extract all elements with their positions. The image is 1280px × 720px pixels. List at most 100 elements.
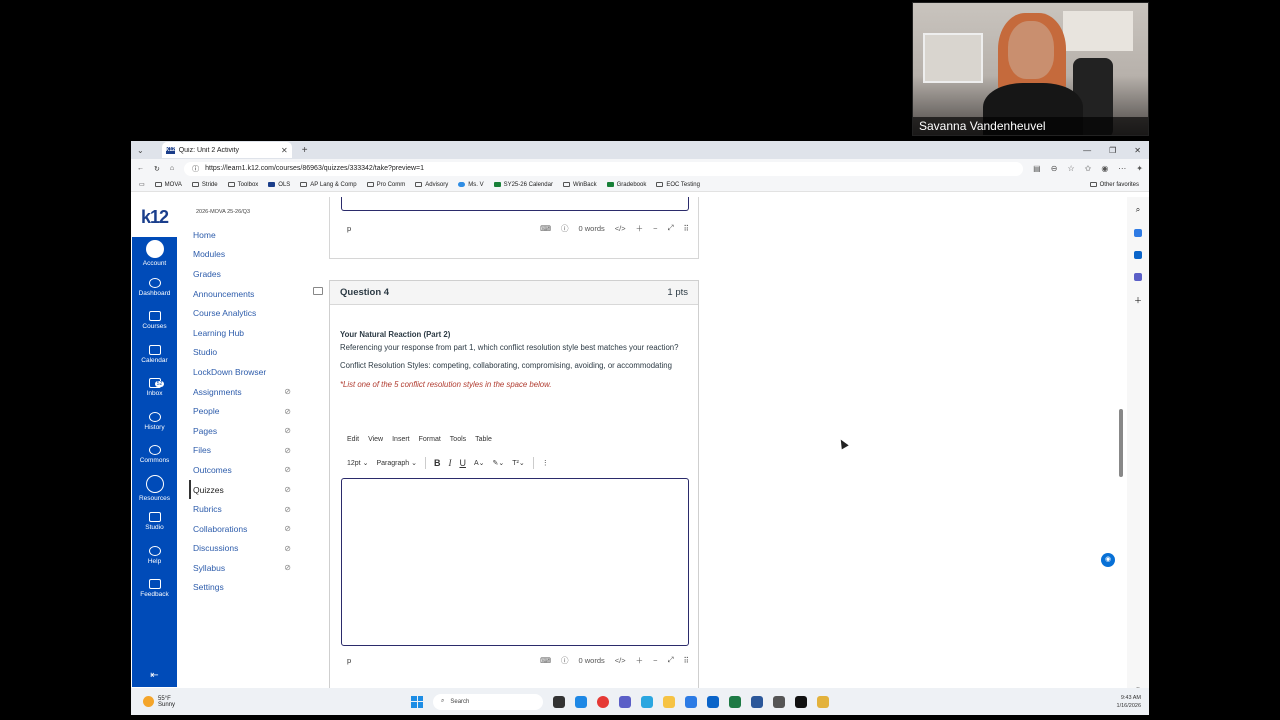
other-favorites[interactable]: Other favorites: [1089, 182, 1149, 188]
reload-icon[interactable]: ↻: [154, 165, 160, 173]
bookmark-item[interactable]: Pro Comm: [366, 182, 405, 188]
excel-icon[interactable]: [729, 695, 741, 708]
course-nav-home[interactable]: Home: [191, 225, 291, 245]
html-editor-icon[interactable]: </>: [615, 224, 626, 233]
capcut-icon[interactable]: [795, 695, 807, 708]
bookmarks-folder-icon[interactable]: ▭: [139, 181, 145, 188]
assistant-bubble-icon[interactable]: ◉: [1101, 553, 1115, 567]
keyboard-icon[interactable]: ⌨: [540, 656, 551, 665]
course-nav-announcements[interactable]: Announcements: [191, 284, 291, 304]
bookmark-item[interactable]: Toolbox: [227, 182, 258, 188]
taskbar-search[interactable]: ⌕ Search: [433, 693, 543, 710]
system-clock[interactable]: 9:43 AM 1/16/2026: [1117, 694, 1141, 710]
copilot-icon[interactable]: ✦: [1136, 164, 1143, 173]
global-nav-help[interactable]: Help: [132, 539, 177, 573]
outlook-icon[interactable]: [1134, 251, 1142, 259]
font-size-select[interactable]: 12pt ⌄: [347, 459, 368, 467]
global-nav-resources[interactable]: Resources: [132, 472, 177, 506]
global-nav-dashboard[interactable]: Dashboard: [132, 271, 177, 305]
k12-logo[interactable]: k12: [132, 197, 177, 237]
global-nav-studio[interactable]: Studio: [132, 505, 177, 539]
global-nav-feedback[interactable]: Feedback: [132, 572, 177, 606]
restore-icon[interactable]: ❐: [1109, 146, 1116, 155]
page-scrollbar[interactable]: [1119, 197, 1125, 687]
more-menu-icon[interactable]: ⋯: [1118, 164, 1126, 173]
more-tools-icon[interactable]: ⋮: [542, 459, 549, 467]
bookmark-item[interactable]: Advisory: [415, 182, 448, 188]
back-icon[interactable]: ←: [137, 165, 144, 172]
underline-icon[interactable]: U: [459, 458, 466, 468]
course-nav-discussions[interactable]: Discussions ⊘: [191, 539, 291, 559]
global-nav-account[interactable]: Account: [132, 237, 177, 271]
teams-icon[interactable]: [1134, 273, 1142, 281]
edge-browser-icon[interactable]: [575, 695, 587, 708]
block-format-select[interactable]: Paragraph ⌄: [376, 459, 417, 467]
italic-icon[interactable]: I: [448, 458, 451, 468]
browser-tab-quiz[interactable]: K12 Quiz: Unit 2 Activity ✕: [161, 142, 292, 158]
notes-icon[interactable]: [817, 695, 829, 708]
accessibility-checker-icon[interactable]: ⓘ: [561, 223, 569, 234]
global-nav-courses[interactable]: Courses: [132, 304, 177, 338]
course-nav-grades[interactable]: Grades: [191, 264, 291, 284]
minimize-icon[interactable]: —: [1083, 146, 1091, 155]
answer-editor[interactable]: [341, 478, 689, 646]
close-tab-icon[interactable]: ✕: [281, 146, 288, 155]
course-nav-quizzes[interactable]: Quizzes ⊘: [189, 479, 291, 500]
collapse-nav-icon[interactable]: ⇤: [132, 670, 177, 681]
copilot-sidebar-icon[interactable]: [1134, 229, 1142, 237]
tab-actions-chevron-icon[interactable]: ⌄: [137, 146, 144, 155]
bookmark-item[interactable]: Gradebook: [606, 182, 646, 188]
profile-avatar-icon[interactable]: ◉: [1101, 164, 1108, 173]
zoom-out-icon[interactable]: −: [653, 224, 657, 233]
chrome-icon[interactable]: [597, 695, 609, 708]
bookmark-item[interactable]: Stride: [191, 182, 218, 188]
html-editor-icon[interactable]: </>: [615, 656, 626, 665]
home-icon[interactable]: ⌂: [170, 165, 174, 172]
course-nav-modules[interactable]: Modules: [191, 245, 291, 265]
global-nav-commons[interactable]: Commons: [132, 438, 177, 472]
course-nav-course-analytics[interactable]: Course Analytics: [191, 303, 291, 323]
global-nav-inbox[interactable]: 52 Inbox: [132, 371, 177, 405]
course-nav-rubrics[interactable]: Rubrics ⊘: [191, 499, 291, 519]
add-sidebar-app-icon[interactable]: ＋: [1134, 295, 1142, 306]
fullscreen-icon[interactable]: ⤢: [668, 655, 674, 665]
course-nav-assignments[interactable]: Assignments ⊘: [191, 382, 291, 402]
close-window-icon[interactable]: ✕: [1134, 146, 1141, 155]
bookmark-item[interactable]: AP Lang & Comp: [300, 182, 357, 188]
word-count[interactable]: 0 words: [579, 224, 605, 233]
new-tab-button[interactable]: +: [302, 145, 308, 156]
zoom-in-icon[interactable]: ＋: [636, 655, 644, 666]
course-nav-studio[interactable]: Studio: [191, 343, 291, 363]
bookmark-item[interactable]: Ms. V: [458, 182, 484, 188]
bookmark-item[interactable]: MOVA: [154, 182, 182, 188]
windows-start-icon[interactable]: [411, 695, 423, 708]
menu-format[interactable]: Format: [419, 436, 441, 443]
search-icon[interactable]: ⌕: [1136, 205, 1140, 215]
bookmark-item[interactable]: WinBack: [562, 182, 597, 188]
accessibility-checker-icon[interactable]: ⓘ: [561, 655, 569, 666]
outlook-icon[interactable]: [707, 695, 719, 708]
global-nav-history[interactable]: History: [132, 405, 177, 439]
global-nav-calendar[interactable]: Calendar: [132, 338, 177, 372]
previous-editor-textarea[interactable]: [341, 197, 689, 211]
weather-widget[interactable]: 55°F Sunny: [143, 696, 175, 708]
element-path[interactable]: p: [347, 224, 351, 233]
calculator-icon[interactable]: [773, 695, 785, 708]
favorite-star-icon[interactable]: ☆: [1067, 164, 1074, 173]
tracking-icon[interactable]: ⊖: [1051, 164, 1058, 173]
bold-icon[interactable]: B: [434, 458, 441, 468]
menu-tools[interactable]: Tools: [450, 436, 466, 443]
text-color-icon[interactable]: A⌄: [474, 459, 485, 467]
word-count[interactable]: 0 words: [579, 656, 605, 665]
course-nav-files[interactable]: Files ⊘: [191, 441, 291, 461]
bookmark-item[interactable]: EOC Testing: [656, 182, 700, 188]
resize-handle-icon[interactable]: ⠿: [684, 224, 690, 233]
todo-icon[interactable]: [685, 695, 697, 708]
zoom-in-icon[interactable]: ＋: [636, 223, 644, 234]
flag-question-icon[interactable]: [313, 287, 323, 295]
immersive-reader-icon[interactable]: ▤: [1033, 164, 1041, 173]
menu-insert[interactable]: Insert: [392, 436, 410, 443]
scrollbar-thumb[interactable]: [1119, 409, 1123, 477]
element-path[interactable]: p: [347, 656, 351, 665]
course-nav-lockdown-browser[interactable]: LockDown Browser: [191, 362, 291, 382]
